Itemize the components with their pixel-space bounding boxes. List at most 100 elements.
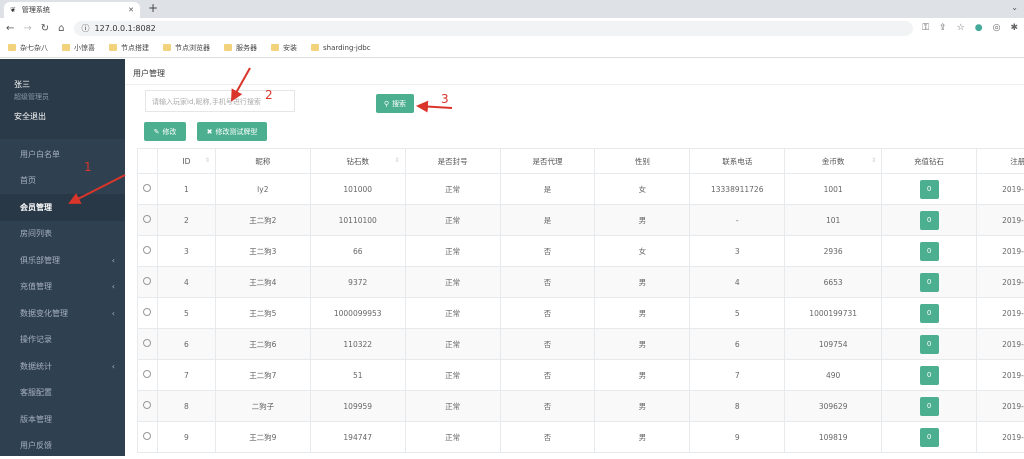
recharge-diamond-button[interactable]: 0: [920, 242, 939, 261]
table-row[interactable]: 7王二狗751正常否男749002019-02-1: [138, 360, 1024, 391]
sidebar-item[interactable]: 用户白名单: [0, 141, 125, 168]
radio-button[interactable]: [143, 277, 151, 285]
cell: 男: [595, 329, 690, 360]
column-label: 注册时: [1010, 157, 1024, 166]
logout-link[interactable]: 安全退出: [14, 111, 125, 122]
table-row[interactable]: 1ly2101000正常是女13338911726100102019-02-1: [138, 174, 1024, 205]
recharge-diamond-button[interactable]: 0: [920, 428, 939, 447]
cell: 7: [690, 360, 785, 391]
puzzle-icon[interactable]: ✱: [1010, 23, 1018, 33]
row-select[interactable]: [138, 267, 158, 298]
cell: 2019-02-1: [977, 174, 1024, 205]
cell: 否: [500, 267, 595, 298]
row-select[interactable]: [138, 329, 158, 360]
user-role: 超级管理员: [14, 92, 125, 102]
table-row[interactable]: 2王二狗210110100正常是男-10102019-02-1: [138, 205, 1024, 236]
sort-icon[interactable]: ⇕: [871, 157, 876, 164]
row-select[interactable]: [138, 422, 158, 453]
table-row[interactable]: 6王二狗6110322正常否男610975402019-02-1: [138, 329, 1024, 360]
back-icon[interactable]: ←: [6, 23, 14, 34]
cell: 490: [785, 360, 882, 391]
radio-button[interactable]: [143, 401, 151, 409]
row-select[interactable]: [138, 298, 158, 329]
row-select[interactable]: [138, 205, 158, 236]
table-row[interactable]: 8二狗子109959正常否男830962902019-02-1: [138, 391, 1024, 422]
table-row[interactable]: 3王二狗366正常否女3293602019-02-1: [138, 236, 1024, 267]
radio-button[interactable]: [143, 308, 151, 316]
row-select[interactable]: [138, 360, 158, 391]
cell: 是: [500, 174, 595, 205]
table-row[interactable]: 9王二狗9194747正常否男910981902019-02-1: [138, 422, 1024, 453]
recharge-diamond-button[interactable]: 0: [920, 366, 939, 385]
table-row[interactable]: 5王二狗51000099953正常否男5100019973102019-02-1: [138, 298, 1024, 329]
column-header[interactable]: 金币数⇕: [785, 149, 882, 174]
cell: 0: [882, 236, 977, 267]
edit-test-cards-button[interactable]: ✖修改测试牌型: [197, 122, 267, 141]
column-header[interactable]: 钻石数⇕: [310, 149, 405, 174]
cell: 110322: [310, 329, 405, 360]
cell: 10110100: [310, 205, 405, 236]
sidebar-item[interactable]: 充值管理‹: [0, 274, 125, 301]
table-row[interactable]: 4王二狗49372正常否男4665302019-02-1: [138, 267, 1024, 298]
radio-button[interactable]: [143, 339, 151, 347]
bookmark[interactable]: 小惊喜: [62, 43, 95, 53]
bookmark[interactable]: sharding-jdbc: [311, 44, 371, 52]
edit-button[interactable]: ✎修改: [144, 122, 186, 141]
forward-icon[interactable]: →: [23, 23, 31, 34]
reload-icon[interactable]: ↻: [41, 23, 49, 34]
sort-icon[interactable]: ⇕: [395, 157, 400, 164]
url-text: 127.0.0.1:8082: [95, 24, 156, 33]
recharge-diamond-button[interactable]: 0: [920, 335, 939, 354]
radio-button[interactable]: [143, 432, 151, 440]
sidebar-item[interactable]: 会员管理: [0, 194, 125, 221]
sidebar-item[interactable]: 数据统计‹: [0, 353, 125, 380]
cell: 否: [500, 360, 595, 391]
close-tab-icon[interactable]: ✕: [128, 6, 134, 14]
tab-search-icon[interactable]: ⌄: [1011, 3, 1018, 12]
sidebar-item[interactable]: 操作记录: [0, 327, 125, 354]
page-title: 用户管理: [125, 59, 1024, 85]
cell: 8: [157, 391, 215, 422]
sidebar-item[interactable]: 俱乐部管理‹: [0, 247, 125, 274]
home-icon[interactable]: ⌂: [58, 23, 64, 34]
recharge-diamond-button[interactable]: 0: [920, 397, 939, 416]
recharge-diamond-button[interactable]: 0: [920, 180, 939, 199]
sidebar-item-label: 版本管理: [20, 414, 52, 425]
browser-tab[interactable]: ❦管理系统✕: [4, 2, 140, 18]
recharge-diamond-button[interactable]: 0: [920, 304, 939, 323]
cell: 109959: [310, 391, 405, 422]
recharge-diamond-button[interactable]: 0: [920, 273, 939, 292]
sort-icon[interactable]: ⇕: [205, 157, 210, 164]
recharge-diamond-button[interactable]: 0: [920, 211, 939, 230]
sidebar-item[interactable]: 首页: [0, 168, 125, 195]
star-icon[interactable]: ☆: [957, 23, 965, 33]
row-select[interactable]: [138, 174, 158, 205]
new-tab-button[interactable]: +: [148, 1, 158, 15]
radio-button[interactable]: [143, 215, 151, 223]
cell: 正常: [405, 422, 500, 453]
bookmark[interactable]: 节点浏览器: [163, 43, 210, 53]
bookmark[interactable]: 服务器: [224, 43, 257, 53]
extension-icon[interactable]: ●: [975, 23, 983, 33]
share-icon[interactable]: ⇪: [939, 23, 947, 33]
cell: 7: [157, 360, 215, 391]
bookmark[interactable]: 节点搭建: [109, 43, 149, 53]
url-field[interactable]: ⓘ127.0.0.1:8082: [74, 21, 914, 36]
row-select[interactable]: [138, 236, 158, 267]
column-header[interactable]: ID⇕: [157, 149, 215, 174]
key-icon[interactable]: ⚿: [922, 23, 929, 33]
bookmarks-bar: 杂七杂八 小惊喜 节点搭建 节点浏览器 服务器 安装 sharding-jdbc: [0, 38, 1024, 58]
row-select[interactable]: [138, 391, 158, 422]
radio-button[interactable]: [143, 370, 151, 378]
radio-button[interactable]: [143, 184, 151, 192]
bookmark[interactable]: 杂七杂八: [8, 43, 48, 53]
sidebar-item[interactable]: 用户反馈: [0, 433, 125, 459]
profile-icon[interactable]: ◎: [993, 23, 1001, 33]
sidebar-item[interactable]: 客服配置: [0, 380, 125, 407]
bookmark[interactable]: 安装: [271, 43, 297, 53]
sidebar-item[interactable]: 数据变化管理‹: [0, 300, 125, 327]
sidebar-item[interactable]: 房间列表: [0, 221, 125, 248]
sidebar-item[interactable]: 版本管理: [0, 406, 125, 433]
radio-button[interactable]: [143, 246, 151, 254]
search-button[interactable]: ⚲搜索: [376, 94, 414, 113]
